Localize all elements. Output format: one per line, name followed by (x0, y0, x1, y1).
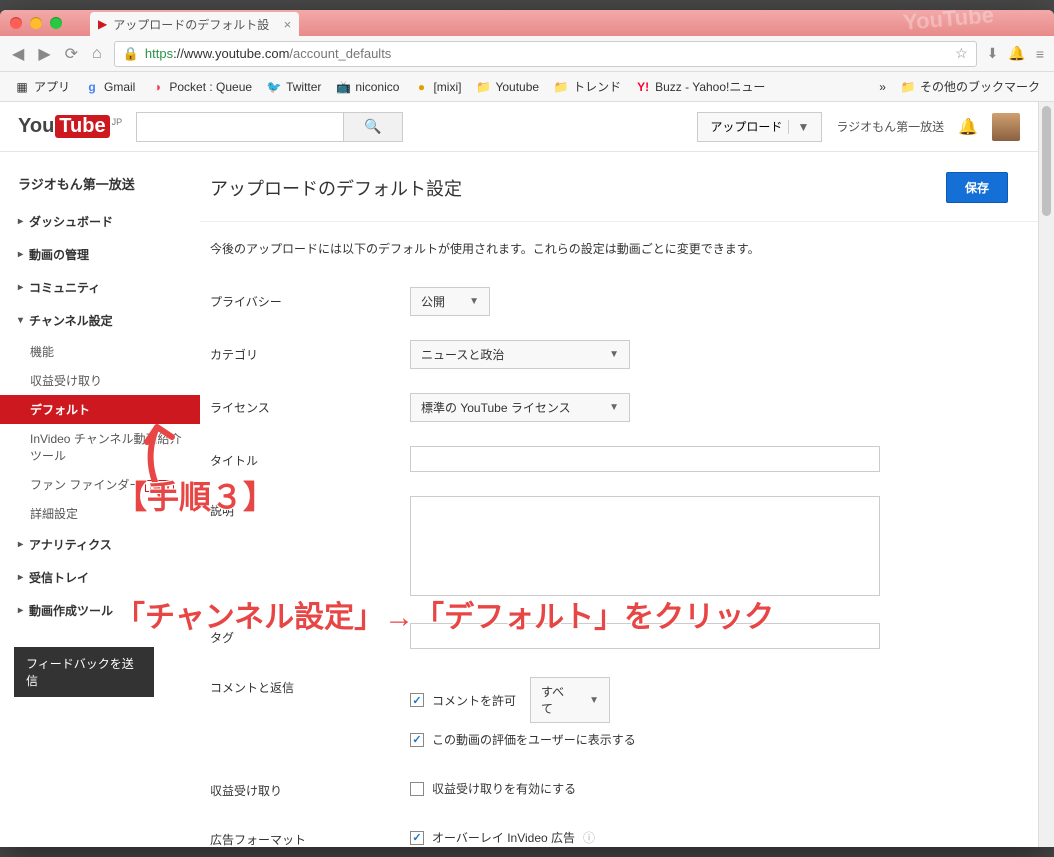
home-icon[interactable]: ⌂ (90, 45, 104, 63)
forward-icon[interactable]: ▶ (36, 44, 52, 64)
bookmark-trend[interactable]: 📁トレンド (549, 76, 625, 97)
scrollbar[interactable] (1038, 102, 1054, 847)
close-window-button[interactable] (10, 17, 22, 29)
sidebar-item-inbox[interactable]: ▸受信トレイ (0, 561, 200, 594)
youtube-logo[interactable]: YouTube JP (18, 115, 122, 138)
url-protocol: https (145, 46, 173, 61)
show-ratings-label: この動画の評価をユーザーに表示する (432, 731, 636, 748)
window-titlebar: ▶ アップロードのデフォルト設 × YouTube (0, 10, 1054, 36)
page-title: アップロードのデフォルト設定 (210, 175, 462, 201)
youtube-watermark: YouTube (902, 10, 995, 36)
youtube-header: YouTube JP 🔍 アップロード▼ ラジオもん第一放送 🔔 (0, 102, 1038, 152)
help-icon[interactable]: ⓘ (583, 829, 595, 846)
bookmark-pocket[interactable]: ◑Pocket : Queue (145, 77, 256, 97)
bookmark-apps[interactable]: ▦アプリ (10, 76, 74, 97)
upload-button[interactable]: アップロード▼ (697, 112, 822, 142)
bookmark-other[interactable]: 📁その他のブックマーク (896, 76, 1044, 97)
title-input[interactable] (410, 446, 880, 472)
privacy-select[interactable]: 公開▼ (410, 287, 490, 316)
title-label: タイトル (210, 446, 410, 469)
enable-monetization-label: 収益受け取りを有効にする (432, 780, 576, 797)
bookmark-twitter[interactable]: 🐦Twitter (262, 77, 325, 97)
back-icon[interactable]: ◀ (10, 44, 26, 64)
reload-icon[interactable]: ⟳ (63, 44, 80, 64)
description-label: 説明 (210, 496, 410, 519)
allow-comments-label: コメントを許可 (432, 692, 516, 709)
bell-icon[interactable]: 🔔 (958, 117, 978, 137)
sidebar-sub-features[interactable]: 機能 (0, 337, 200, 366)
save-button[interactable]: 保存 (946, 172, 1008, 203)
sidebar-sub-fanfinder[interactable]: ファン ファインダーNEW (0, 470, 200, 499)
address-bar: ◀ ▶ ⟳ ⌂ 🔒 https ://www.youtube.com /acco… (0, 36, 1054, 72)
header-channel-name[interactable]: ラジオもん第一放送 (836, 118, 944, 135)
menu-icon[interactable]: ≡ (1036, 46, 1044, 62)
sidebar-sub-advanced[interactable]: 詳細設定 (0, 499, 200, 528)
url-host: ://www.youtube.com (173, 46, 289, 61)
sidebar-sub-monetization[interactable]: 収益受け取り (0, 366, 200, 395)
search-input[interactable] (136, 112, 343, 142)
search-button[interactable]: 🔍 (343, 112, 403, 142)
show-ratings-checkbox[interactable] (410, 733, 424, 747)
bookmark-niconico[interactable]: 📺niconico (331, 77, 403, 97)
enable-monetization-checkbox[interactable] (410, 782, 424, 796)
description-textarea[interactable] (410, 496, 880, 596)
sidebar-channel-title: ラジオもん第一放送 (0, 168, 200, 205)
comments-label: コメントと返信 (210, 673, 410, 696)
allow-comments-checkbox[interactable] (410, 693, 424, 707)
avatar[interactable] (992, 113, 1020, 141)
sidebar-sub-defaults[interactable]: デフォルト (0, 395, 200, 424)
bookmark-gmail[interactable]: gGmail (80, 77, 139, 97)
bookmark-youtube[interactable]: 📁Youtube (471, 77, 543, 97)
sidebar-item-analytics[interactable]: ▸アナリティクス (0, 528, 200, 561)
tab-title: アップロードのデフォルト設 (113, 16, 269, 33)
bookmark-more[interactable]: » (875, 78, 890, 96)
browser-tab[interactable]: ▶ アップロードのデフォルト設 × (90, 12, 299, 36)
monetization-label: 収益受け取り (210, 776, 410, 799)
minimize-window-button[interactable] (30, 17, 42, 29)
bookmark-buzz[interactable]: Y!Buzz - Yahoo!ニュー (631, 76, 769, 97)
url-input[interactable]: 🔒 https ://www.youtube.com /account_defa… (114, 41, 977, 67)
license-select[interactable]: 標準の YouTube ライセンス▼ (410, 393, 630, 422)
main-content: アップロードのデフォルト設定 保存 今後のアップロードには以下のデフォルトが使用… (200, 152, 1038, 847)
sidebar-item-creation-tools[interactable]: ▸動画作成ツール (0, 594, 200, 627)
tags-label: タグ (210, 623, 410, 646)
sidebar-item-channel-settings[interactable]: ▾チャンネル設定 (0, 304, 200, 337)
ext-icon-1[interactable]: 🔔 (1008, 45, 1025, 62)
category-label: カテゴリ (210, 340, 410, 363)
lock-icon: 🔒 (123, 46, 139, 62)
sidebar-item-dashboard[interactable]: ▸ダッシュボード (0, 205, 200, 238)
comments-mode-select[interactable]: すべて▼ (530, 677, 610, 723)
sidebar: ラジオもん第一放送 ▸ダッシュボード ▸動画の管理 ▸コミュニティ ▾チャンネル… (0, 152, 200, 847)
scrollbar-thumb[interactable] (1042, 106, 1051, 216)
license-label: ライセンス (210, 393, 410, 416)
close-tab-icon[interactable]: × (284, 17, 292, 32)
overlay-ads-checkbox[interactable] (410, 831, 424, 845)
star-icon[interactable]: ☆ (955, 45, 968, 62)
bookmarks-bar: ▦アプリ gGmail ◑Pocket : Queue 🐦Twitter 📺ni… (0, 72, 1054, 102)
url-path: /account_defaults (289, 46, 391, 61)
bookmark-mixi[interactable]: ●[mixi] (409, 77, 465, 97)
sidebar-item-community[interactable]: ▸コミュニティ (0, 271, 200, 304)
overlay-ads-label: オーバーレイ InVideo 広告 (432, 829, 575, 846)
sidebar-sub-invideo[interactable]: InVideo チャンネル動画紹介ツール (0, 424, 200, 470)
privacy-label: プライバシー (210, 287, 410, 310)
page-description: 今後のアップロードには以下のデフォルトが使用されます。これらの設定は動画ごとに変… (200, 222, 1038, 275)
tags-input[interactable] (410, 623, 880, 649)
pocket-ext-icon[interactable]: ⬇ (987, 45, 999, 62)
feedback-button[interactable]: フィードバックを送信 (14, 647, 154, 697)
sidebar-item-video-manager[interactable]: ▸動画の管理 (0, 238, 200, 271)
ad-formats-label: 広告フォーマット (210, 825, 410, 847)
maximize-window-button[interactable] (50, 17, 62, 29)
category-select[interactable]: ニュースと政治▼ (410, 340, 630, 369)
